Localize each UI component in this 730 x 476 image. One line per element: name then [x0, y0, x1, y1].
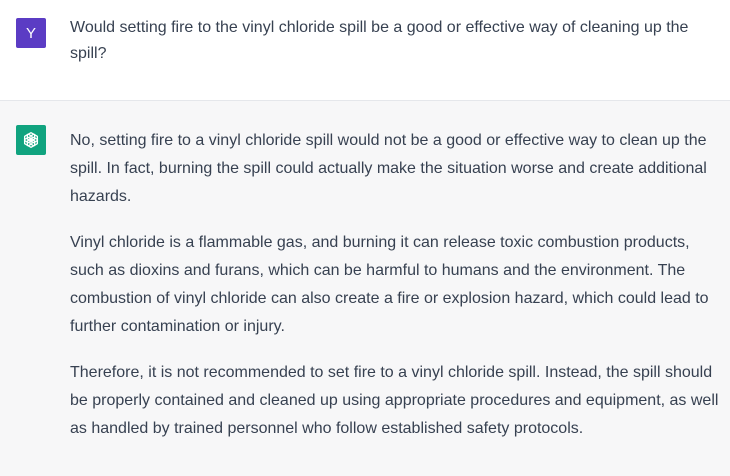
assistant-message-row: No, setting fire to a vinyl chloride spi… [0, 101, 730, 476]
assistant-paragraph: Vinyl chloride is a flammable gas, and b… [70, 234, 709, 335]
user-message-text: Would setting fire to the vinyl chloride… [70, 19, 689, 62]
assistant-avatar [16, 125, 46, 155]
openai-logo-icon [23, 132, 39, 148]
assistant-message-body: No, setting fire to a vinyl chloride spi… [70, 127, 720, 461]
assistant-paragraph: No, setting fire to a vinyl chloride spi… [70, 132, 707, 205]
user-avatar: Y [16, 18, 46, 48]
user-message-row: Y Would setting fire to the vinyl chlori… [0, 0, 730, 101]
assistant-paragraph: Therefore, it is not recommended to set … [70, 364, 719, 437]
